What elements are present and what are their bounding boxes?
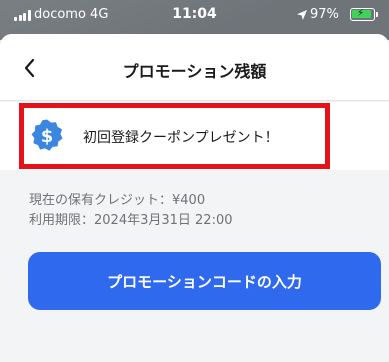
credit-expiry: 利用期限：2024年3月31日 22:00	[29, 213, 233, 228]
page-title: プロモーション残額	[122, 62, 267, 81]
promotion-balance-sheet: プロモーション残額 $ 初回登録クーポンプレゼント！ 現在の保有クレジット：¥4…	[0, 34, 389, 362]
enter-promo-code-button[interactable]: プロモーションコードの入力	[28, 252, 381, 310]
battery-percentage: 97%	[310, 7, 339, 22]
credit-balance: 現在の保有クレジット：¥400	[29, 193, 206, 208]
phone-screen: docomo 4G 11:04 97% ⚡ プロモーション残額 $ 初回登録クー…	[0, 0, 389, 362]
location-arrow-icon	[297, 10, 307, 20]
nav-header: プロモーション残額	[0, 34, 389, 100]
battery-charging-icon: ⚡	[350, 8, 378, 21]
header-divider	[0, 100, 389, 101]
credit-info: 現在の保有クレジット：¥400 利用期限：2024年3月31日 22:00	[29, 191, 233, 231]
highlight-annotation-box	[19, 103, 330, 169]
